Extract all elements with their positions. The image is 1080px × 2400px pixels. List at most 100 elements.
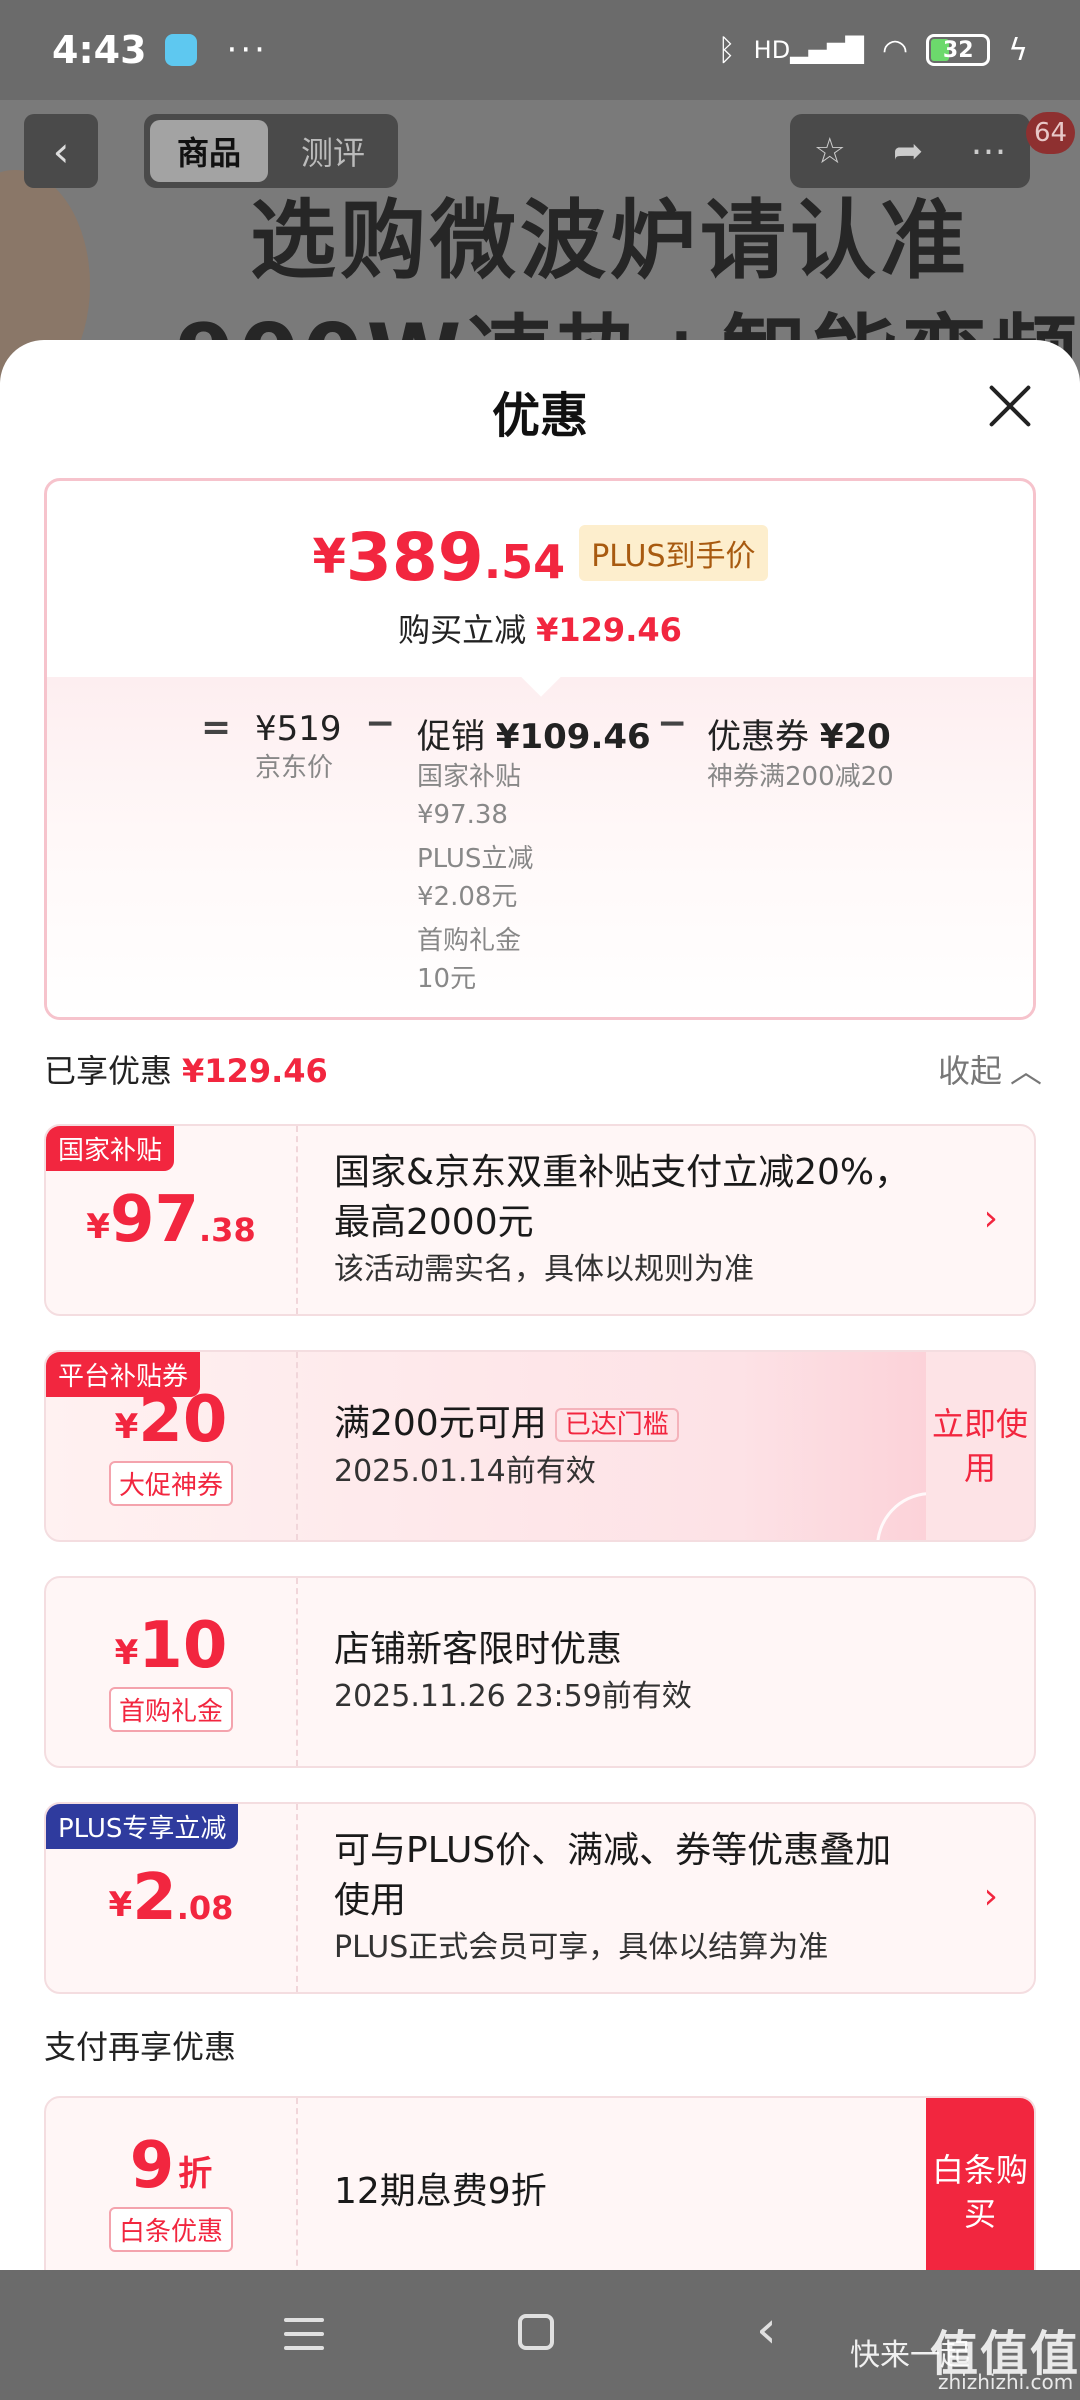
card-title-line2: 使用 — [334, 1880, 407, 1921]
collapse-label: 收起 — [938, 1052, 1003, 1090]
card-subtitle: 2025.11.26 23:59前有效 — [334, 1679, 692, 1714]
card-amount-area: 9折 白条优惠 — [46, 2098, 298, 2270]
message-badge: 64 — [1026, 112, 1076, 154]
enjoyed-discounts: 已享优惠 ¥129.46 — [44, 1046, 328, 1092]
back-button[interactable]: ‹ — [24, 114, 98, 188]
minus-sign-1: − — [365, 703, 396, 744]
signal-icon: HD▂▄▆█ — [753, 36, 865, 64]
back-icon[interactable]: ‹ — [756, 2300, 777, 2360]
card-amount: ¥10 — [114, 1608, 228, 1683]
card-amount: ¥20 — [114, 1382, 228, 1457]
more-icon[interactable]: ⋯ — [970, 131, 1006, 172]
price-summary-card: ¥ 389 .54 PLUS到手价 购买立减 ¥129.46 = ¥519 京东价… — [44, 478, 1036, 1020]
menu-icon[interactable] — [284, 2318, 324, 2350]
card-title-line2: 最高2000元 — [334, 1202, 534, 1243]
card-body: 国家&京东双重补贴支付立减20%， 最高2000元 该活动需实名，具体以规则为准 — [334, 1126, 910, 1314]
card-amount-area: ¥2.08 — [46, 1804, 298, 1992]
card-amount-area: ¥20 大促神券 — [46, 1352, 298, 1540]
product-tabs: 商品 测评 — [144, 114, 398, 188]
price-decimal: .54 — [483, 535, 566, 589]
promo-item-value: ¥2.08元 — [417, 882, 518, 912]
card-amount: 9折 — [129, 2128, 213, 2203]
bluetooth-icon: ᛒ — [717, 32, 736, 68]
card-body: 12期息费9折 — [334, 2098, 547, 2270]
saving-label: 购买立减 — [398, 611, 527, 649]
chevron-right-icon[interactable]: › — [984, 1198, 998, 1239]
card-body: 满200元可用 已达门槛 2025.01.14前有效 — [334, 1352, 679, 1540]
more-notifications-icon: ··· — [226, 30, 268, 70]
coupon-card[interactable]: 平台补贴券 ¥20 大促神券 满200元可用 已达门槛 2025.01.14前有效… — [44, 1350, 1036, 1542]
threshold-met-tag: 已达门槛 — [554, 1407, 679, 1442]
subsidy-card[interactable]: 国家补贴 ¥97.38 国家&京东双重补贴支付立减20%， 最高2000元 该活… — [44, 1124, 1036, 1316]
enjoyed-amount: ¥129.46 — [182, 1052, 328, 1090]
promo-item-value: 10元 — [417, 964, 477, 994]
close-icon[interactable] — [980, 376, 1040, 436]
discount-sheet: 优惠 ¥ 389 .54 PLUS到手价 购买立减 ¥129.46 = ¥519 … — [0, 340, 1080, 2270]
tab-review[interactable]: 测评 — [274, 120, 392, 182]
card-title: 12期息费9折 — [334, 2171, 547, 2212]
enjoyed-label: 已享优惠 — [44, 1052, 173, 1090]
use-now-button[interactable]: 立即使用 — [926, 1352, 1034, 1540]
plus-card[interactable]: PLUS专享立减 ¥2.08 可与PLUS价、满减、券等优惠叠加 使用 PLUS… — [44, 1802, 1036, 1994]
price-currency: ¥ — [312, 529, 346, 585]
card-amount-area: ¥97.38 — [46, 1126, 298, 1314]
card-title: 满200元可用 已达门槛 — [334, 1399, 679, 1450]
card-amount: ¥2.08 — [108, 1861, 234, 1935]
coupon-desc: 神券满200减20 — [707, 762, 894, 792]
banner-headline: 选购微波炉请认准 — [250, 191, 970, 291]
card-pill: 白条优惠 — [108, 2206, 233, 2252]
watermark-url: zhizhizhi.com — [938, 2370, 1074, 2394]
final-price: ¥ 389 .54 PLUS到手价 — [47, 525, 1033, 591]
plus-price-tag: PLUS到手价 — [579, 525, 768, 581]
tab-product[interactable]: 商品 — [150, 120, 268, 182]
promo-item-name: PLUS立减 — [417, 844, 534, 874]
status-time: 4:43 — [52, 28, 147, 72]
favorite-star-icon[interactable]: ☆ — [814, 131, 846, 172]
card-title: 店铺新客限时优惠 — [334, 1629, 623, 1670]
minus-sign-2: − — [657, 703, 688, 744]
promo-item-name: 国家补贴 — [417, 762, 522, 792]
card-amount: ¥97.38 — [86, 1183, 256, 1257]
wifi-icon: ◠ — [882, 32, 909, 68]
top-actions: ☆ ➦ ⋯ — [790, 114, 1030, 188]
baitiao-card[interactable]: 9折 白条优惠 12期息费9折 白条购买 — [44, 2096, 1036, 2270]
system-nav-bar: ‹ 快来一起 值值值 zhizhizhi.com — [0, 2270, 1080, 2400]
chevron-up-icon: ︿ — [1010, 1052, 1043, 1090]
card-body: 店铺新客限时优惠 2025.11.26 23:59前有效 — [334, 1578, 692, 1766]
home-icon[interactable] — [518, 2314, 554, 2350]
price-integer: 389 — [345, 519, 484, 596]
chevron-right-icon[interactable]: › — [984, 1876, 998, 1917]
coupon-block: 优惠券 ¥20 神券满200减20 — [707, 709, 894, 796]
coupon-total: 优惠券 ¥20 — [707, 717, 891, 757]
promo-item-name: 首购礼金 — [417, 926, 522, 956]
jd-price-label: 京东价 — [255, 753, 334, 783]
card-subtitle: 2025.01.14前有效 — [334, 1453, 596, 1489]
equals-sign: = — [201, 707, 232, 748]
card-title: 可与PLUS价、满减、券等优惠叠加 — [334, 1830, 892, 1871]
app-notification-icon — [164, 34, 197, 66]
battery-icon: 32 — [926, 34, 991, 66]
card-pill: 首购礼金 — [108, 1686, 233, 1732]
card-subtitle: 该活动需实名，具体以规则为准 — [334, 1252, 754, 1287]
promo-block: 促销 ¥109.46 国家补贴 ¥97.38 PLUS立减 ¥2.08元 首购礼… — [417, 709, 651, 998]
chevron-left-icon: ‹ — [52, 126, 70, 176]
sheet-title: 优惠 — [491, 388, 588, 444]
card-amount-area: ¥10 首购礼金 — [46, 1578, 298, 1766]
charging-icon: ϟ — [1008, 32, 1028, 68]
jd-price-block: ¥519 京东价 — [255, 709, 342, 787]
gift-card: ¥10 首购礼金 店铺新客限时优惠 2025.11.26 23:59前有效 — [44, 1576, 1036, 1768]
collapse-button[interactable]: 收起 ︿ — [938, 1046, 1042, 1092]
card-body: 可与PLUS价、满减、券等优惠叠加 使用 PLUS正式会员可享，具体以结算为准 — [334, 1804, 891, 1992]
baitiao-buy-button[interactable]: 白条购买 — [926, 2098, 1034, 2270]
status-bar: 4:43 ··· ᛒ HD▂▄▆█ ◠ 32 ϟ — [0, 0, 1080, 100]
card-title: 国家&京东双重补贴支付立减20%， — [334, 1152, 911, 1193]
card-subtitle: PLUS正式会员可享，具体以结算为准 — [334, 1930, 829, 1965]
instant-saving: 购买立减 ¥129.46 — [47, 605, 1033, 651]
pay-section-title: 支付再享优惠 — [44, 2028, 237, 2066]
jd-price: ¥519 — [255, 709, 342, 749]
promo-total: 促销 ¥109.46 — [417, 717, 651, 757]
share-icon[interactable]: ➦ — [893, 131, 923, 172]
saving-amount: ¥129.46 — [536, 611, 682, 649]
card-pill: 大促神券 — [108, 1460, 233, 1506]
promo-item-value: ¥97.38 — [417, 800, 508, 830]
